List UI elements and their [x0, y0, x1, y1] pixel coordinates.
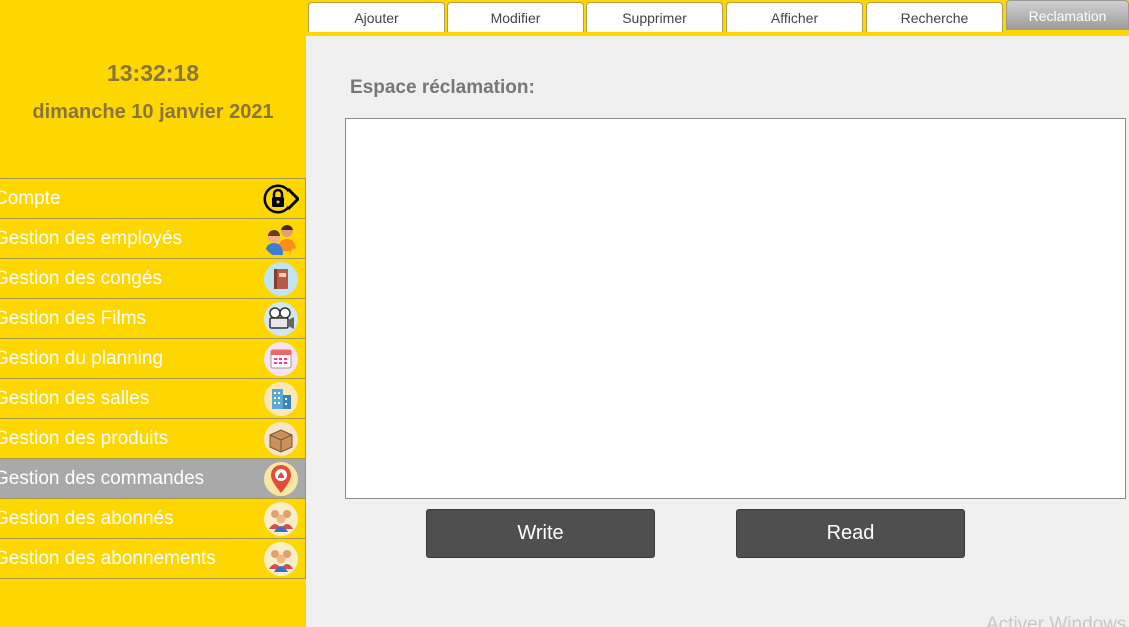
- sidebar-item-label: Gestion des congés: [0, 268, 162, 289]
- group-icon: [264, 502, 298, 536]
- sidebar-item-label: Gestion des abonnés: [0, 508, 174, 529]
- sidebar-item-commandes[interactable]: Gestion des commandes: [0, 459, 306, 499]
- group-icon: [264, 542, 298, 576]
- read-button[interactable]: Read: [736, 509, 965, 558]
- tab-modifier[interactable]: Modifier: [447, 2, 584, 32]
- sidebar-item-employes[interactable]: Gestion des employés: [0, 219, 306, 259]
- sidebar-item-abonnes[interactable]: Gestion des abonnés: [0, 499, 306, 539]
- date-label: dimanche 10 janvier 2021: [32, 101, 274, 123]
- building-icon: [264, 382, 298, 416]
- tab-label: Modifier: [490, 10, 541, 26]
- tab-label: Ajouter: [354, 10, 399, 26]
- sidebar-item-label: Compte: [0, 188, 61, 209]
- calendar-icon: [264, 342, 298, 376]
- tab-bar: Ajouter Modifier Supprimer Afficher Rech…: [306, 0, 1129, 36]
- sidebar-menu: Compte Gestion des employés Gestion des …: [0, 178, 306, 579]
- book-icon: [264, 262, 298, 296]
- tab-label: Afficher: [770, 10, 819, 26]
- sidebar-item-label: Gestion des Films: [0, 308, 147, 329]
- tab-recherche[interactable]: Recherche: [866, 2, 1003, 32]
- tab-label: Recherche: [900, 10, 969, 26]
- page-title: Espace réclamation:: [350, 77, 535, 98]
- sidebar-item-label: Gestion des produits: [0, 428, 169, 449]
- sidebar-item-planning[interactable]: Gestion du planning: [0, 339, 306, 379]
- reclamation-textarea[interactable]: [345, 118, 1126, 499]
- sidebar-item-label: Gestion des abonnements: [0, 548, 216, 569]
- tab-label: Supprimer: [622, 10, 687, 26]
- lock-icon: [263, 184, 299, 214]
- tab-label: Reclamation: [1028, 8, 1107, 24]
- employees-icon: [265, 224, 299, 257]
- film-camera-icon: [264, 302, 298, 336]
- write-button[interactable]: Write: [426, 509, 655, 558]
- sidebar-item-conges[interactable]: Gestion des congés: [0, 259, 306, 299]
- sidebar: 13:32:18 dimanche 10 janvier 2021 Compte…: [0, 0, 306, 627]
- sidebar-item-label: Gestion des employés: [0, 228, 182, 249]
- tab-reclamation[interactable]: Reclamation: [1006, 0, 1129, 30]
- sidebar-item-abonnements[interactable]: Gestion des abonnements: [0, 539, 306, 579]
- box-icon: [264, 422, 298, 456]
- clock: 13:32:18: [106, 60, 200, 86]
- sidebar-item-films[interactable]: Gestion des Films: [0, 299, 306, 339]
- sidebar-item-compte[interactable]: Compte: [0, 179, 306, 219]
- sidebar-item-label: Gestion du planning: [0, 348, 164, 369]
- sidebar-item-label: Gestion des salles: [0, 388, 150, 409]
- tab-supprimer[interactable]: Supprimer: [586, 2, 723, 32]
- activation-watermark: Activer Windows: [986, 614, 1127, 627]
- location-pin-icon: [264, 462, 298, 496]
- sidebar-item-salles[interactable]: Gestion des salles: [0, 379, 306, 419]
- sidebar-item-produits[interactable]: Gestion des produits: [0, 419, 306, 459]
- sidebar-item-label: Gestion des commandes: [0, 468, 205, 489]
- tab-ajouter[interactable]: Ajouter: [308, 2, 445, 32]
- tab-afficher[interactable]: Afficher: [726, 2, 863, 32]
